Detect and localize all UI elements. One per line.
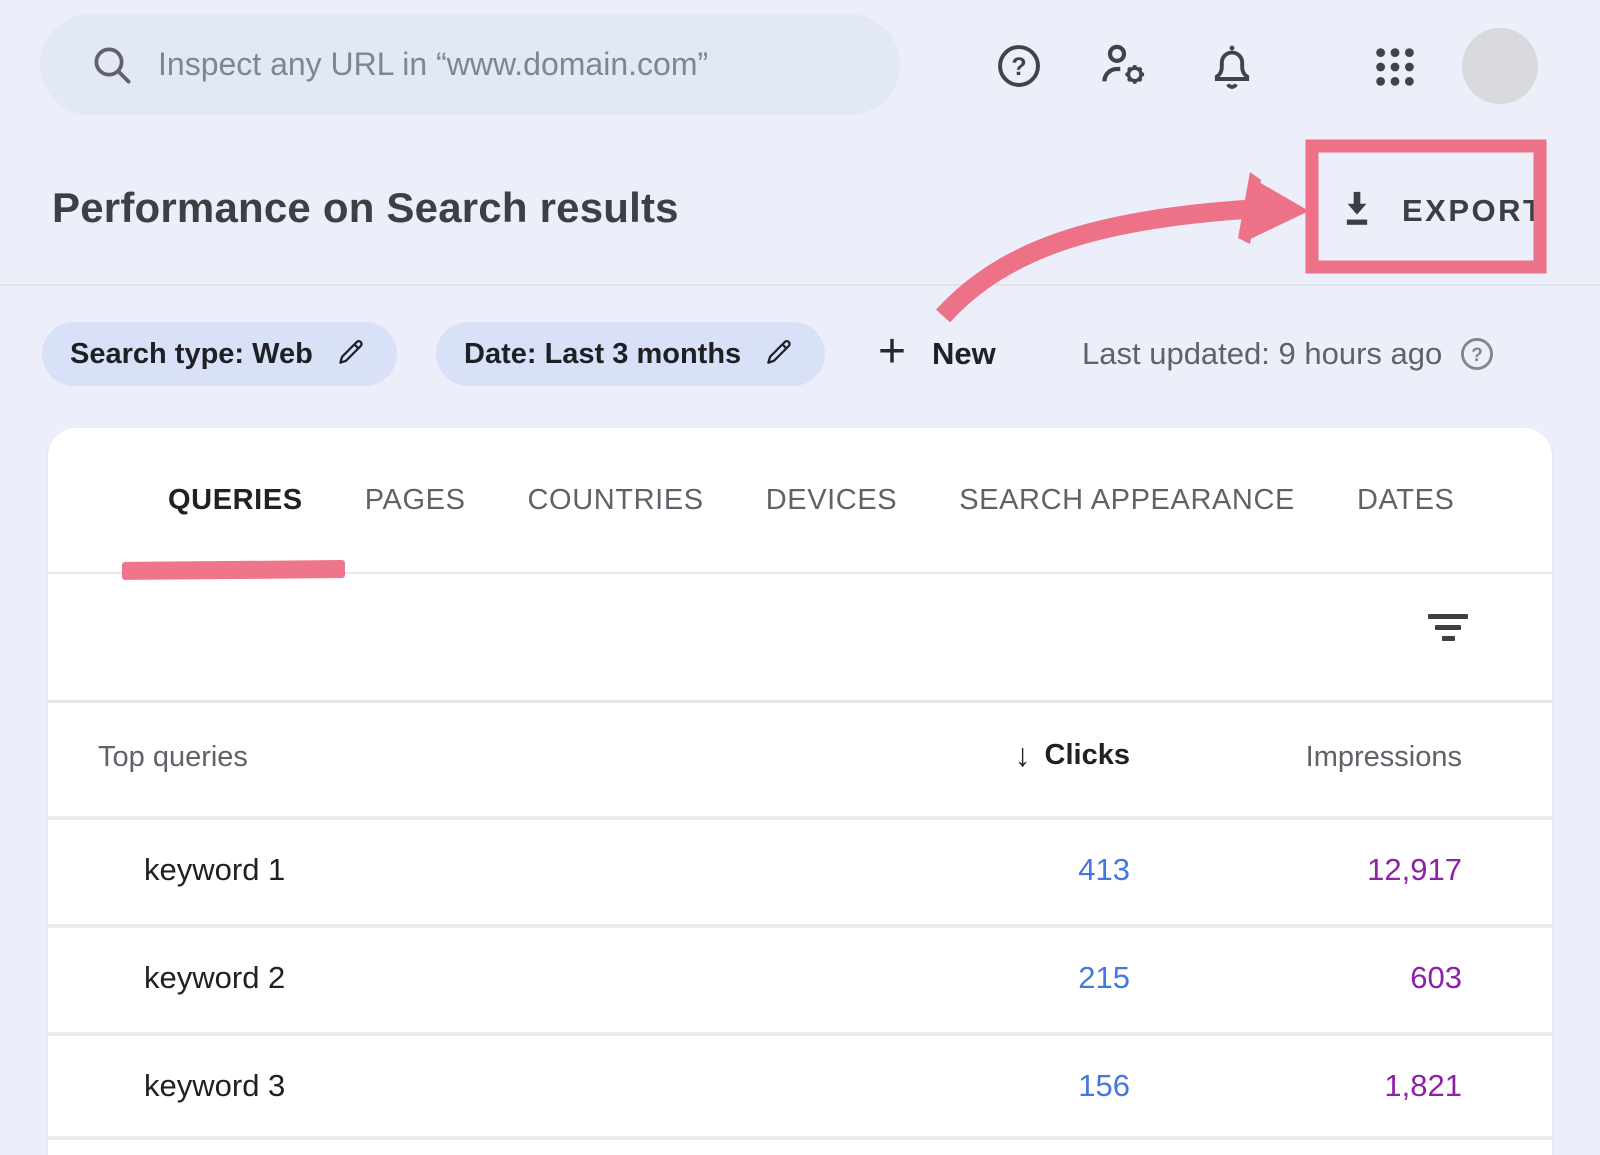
header-divider (0, 284, 1600, 286)
download-icon (1336, 186, 1378, 235)
table-row[interactable]: keyword 3 156 1,821 (48, 1032, 1552, 1140)
search-type-chip[interactable]: Search type: Web (42, 322, 397, 386)
apps-grid-icon[interactable] (1372, 44, 1418, 90)
tab-queries[interactable]: QUERIES (168, 484, 303, 517)
url-inspection-searchbar[interactable] (40, 14, 900, 115)
impressions-cell: 603 (1410, 960, 1462, 996)
edit-pencil-icon (763, 336, 795, 373)
last-updated: Last updated: 9 hours ago ? (1082, 322, 1496, 386)
topbar: ? (0, 0, 1600, 130)
column-header-clicks[interactable]: ↓ Clicks (1015, 737, 1130, 774)
tab-pages[interactable]: PAGES (365, 484, 466, 517)
last-updated-text: Last updated: 9 hours ago (1082, 336, 1442, 372)
table-row[interactable]: keyword 1 413 12,917 (48, 816, 1552, 924)
performance-card: QUERIES PAGES COUNTRIES DEVICES SEARCH A… (48, 428, 1552, 1155)
search-icon (88, 41, 136, 89)
help-circle-icon[interactable]: ? (1458, 335, 1496, 373)
svg-text:?: ? (1471, 345, 1483, 366)
impressions-cell: 1,821 (1384, 1068, 1462, 1104)
table-toolbar (48, 574, 1552, 700)
help-icon[interactable]: ? (994, 41, 1044, 91)
query-cell: keyword 1 (144, 852, 285, 888)
clicks-cell: 156 (1078, 1068, 1130, 1104)
search-input[interactable] (158, 46, 798, 83)
table-header: Top queries ↓ Clicks Impressions (48, 703, 1552, 816)
user-settings-icon[interactable] (1096, 38, 1152, 94)
new-filter-label: New (932, 336, 996, 372)
filter-rows-icon[interactable] (1428, 608, 1468, 648)
export-label: EXPORT (1402, 193, 1544, 229)
page-title: Performance on Search results (52, 184, 679, 232)
sort-arrow-down-icon: ↓ (1015, 737, 1031, 774)
column-header-queries: Top queries (98, 741, 248, 774)
query-cell: keyword 2 (144, 960, 285, 996)
clicks-cell: 413 (1078, 852, 1130, 888)
svg-text:?: ? (1011, 53, 1026, 81)
date-filter-chip-label: Date: Last 3 months (464, 338, 741, 371)
clicks-cell: 215 (1078, 960, 1130, 996)
search-type-chip-label: Search type: Web (70, 338, 313, 371)
tab-countries[interactable]: COUNTRIES (528, 484, 704, 517)
tab-devices[interactable]: DEVICES (766, 484, 898, 517)
table-body: keyword 1 413 12,917 keyword 2 215 603 k… (48, 816, 1552, 1140)
export-button[interactable]: EXPORT (1336, 186, 1544, 235)
plus-icon: + (878, 328, 906, 376)
query-cell: keyword 3 (144, 1068, 285, 1104)
column-header-impressions[interactable]: Impressions (1306, 741, 1462, 774)
tab-search-appearance[interactable]: SEARCH APPEARANCE (959, 484, 1295, 517)
impressions-cell: 12,917 (1367, 852, 1462, 888)
table-row[interactable]: keyword 2 215 603 (48, 924, 1552, 1032)
tab-dates[interactable]: DATES (1357, 484, 1455, 517)
dimension-tabs: QUERIES PAGES COUNTRIES DEVICES SEARCH A… (48, 428, 1552, 572)
avatar[interactable] (1462, 28, 1538, 104)
date-filter-chip[interactable]: Date: Last 3 months (436, 322, 825, 386)
new-filter-button[interactable]: + New (878, 322, 996, 386)
edit-pencil-icon (335, 336, 367, 373)
notifications-icon[interactable] (1206, 40, 1258, 92)
